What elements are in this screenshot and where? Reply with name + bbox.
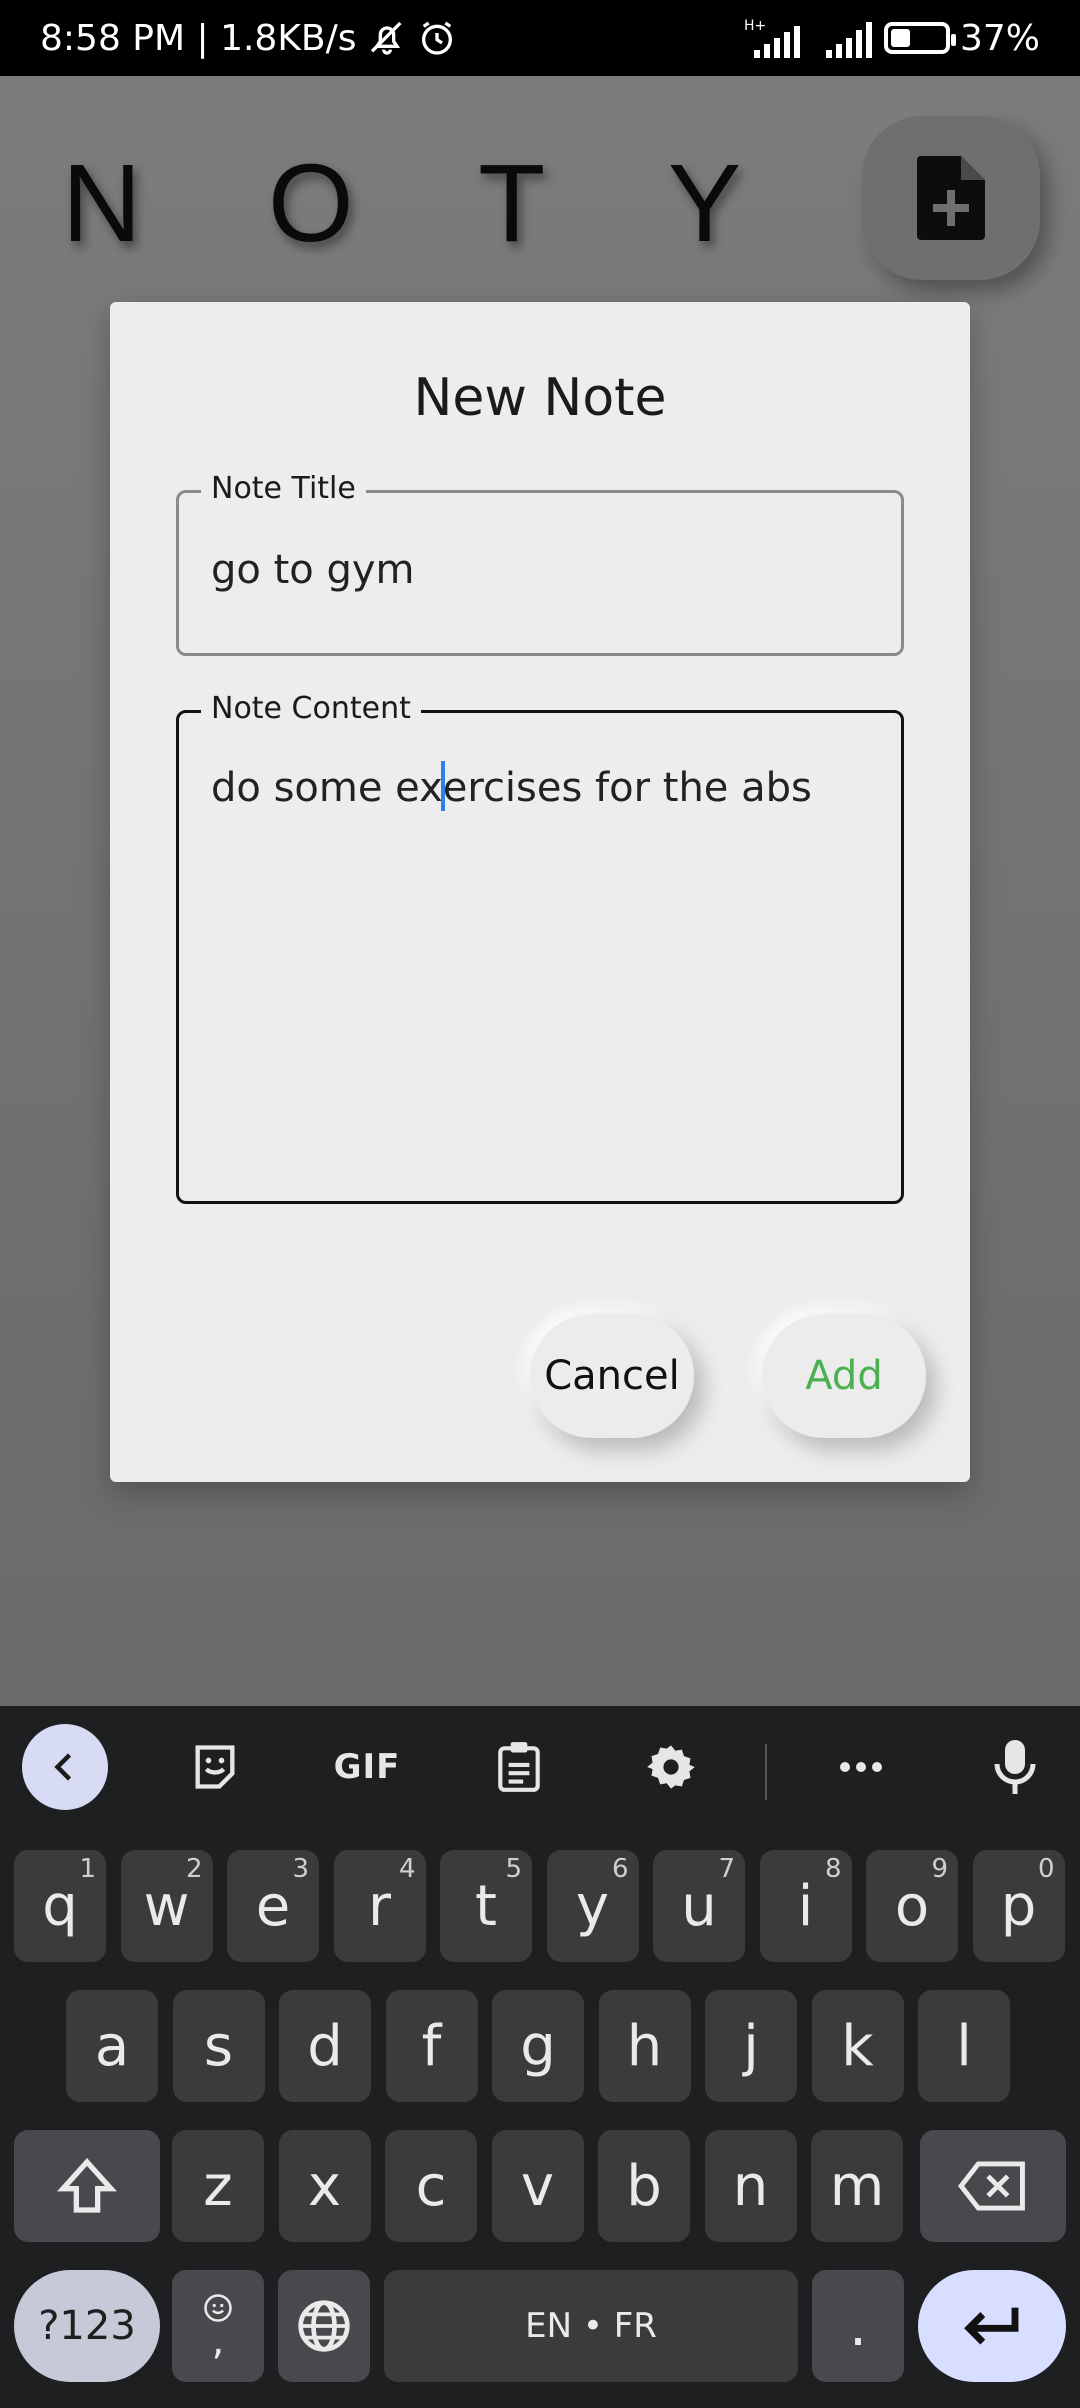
sticker-button[interactable] xyxy=(172,1724,258,1810)
content-text-after-caret: ercises for the abs xyxy=(442,765,812,811)
toolbar-collapse-button[interactable] xyxy=(22,1724,108,1810)
cancel-button[interactable]: Cancel xyxy=(530,1314,694,1438)
key-number-hint: 0 xyxy=(1037,1854,1055,1884)
key-u[interactable]: u7 xyxy=(653,1850,745,1962)
gif-button[interactable]: GIF xyxy=(324,1724,410,1810)
content-text-before-caret: do some ex xyxy=(211,765,443,811)
key-d[interactable]: d xyxy=(279,1990,371,2102)
key-j[interactable]: j xyxy=(705,1990,797,2102)
battery-icon xyxy=(883,22,956,54)
key-e[interactable]: e3 xyxy=(227,1850,319,1962)
key-p[interactable]: p0 xyxy=(972,1850,1065,1962)
backspace-key[interactable] xyxy=(920,2130,1066,2242)
voice-input-button[interactable] xyxy=(972,1724,1058,1810)
status-time: 8:58 PM | 1.8KB/s xyxy=(40,17,357,59)
bell-muted-icon xyxy=(367,18,407,58)
key-t[interactable]: t5 xyxy=(440,1850,532,1962)
key-number-hint: 2 xyxy=(185,1854,203,1884)
signal-h-plus-icon: H+ xyxy=(744,16,814,60)
clipboard-icon xyxy=(498,1742,540,1792)
shift-icon xyxy=(57,2158,117,2213)
enter-icon xyxy=(964,2307,1019,2345)
add-button[interactable]: Add xyxy=(762,1314,926,1438)
key-b[interactable]: b xyxy=(598,2130,690,2242)
status-bar: 8:58 PM | 1.8KB/s H+ 37% xyxy=(0,0,1080,76)
key-a[interactable]: a xyxy=(66,1990,158,2102)
key-label: e xyxy=(255,1873,291,1939)
key-i[interactable]: i8 xyxy=(759,1850,852,1962)
globe-icon xyxy=(298,2300,350,2352)
key-number-hint: 7 xyxy=(718,1854,735,1884)
shift-key[interactable] xyxy=(14,2130,160,2242)
key-number-hint: 8 xyxy=(824,1854,842,1884)
keyboard-toolbar: GIF xyxy=(0,1706,1080,1826)
symbols-key[interactable]: ?123 xyxy=(14,2270,160,2382)
key-y[interactable]: y6 xyxy=(546,1850,639,1962)
key-o[interactable]: o9 xyxy=(866,1850,958,1962)
key-k[interactable]: k xyxy=(811,1990,904,2102)
note-title-field[interactable]: Note Title go to gym xyxy=(176,471,904,656)
key-label: i xyxy=(797,1873,814,1939)
network-type-label: H+ xyxy=(744,18,766,34)
period-key[interactable]: . xyxy=(812,2270,904,2382)
key-h[interactable]: h xyxy=(598,1990,691,2102)
key-s[interactable]: s xyxy=(172,1990,265,2102)
key-v[interactable]: v xyxy=(491,2130,584,2242)
key-label: y xyxy=(575,1873,610,1939)
gear-icon xyxy=(647,1745,695,1789)
settings-button[interactable] xyxy=(628,1724,714,1810)
more-options-button[interactable] xyxy=(818,1724,904,1810)
note-title-label: Note Title xyxy=(201,471,366,507)
soft-keyboard: GIF q1w2e3r4t5y6u7i8o9p0 asdfghjkl zxcvb… xyxy=(0,1706,1080,2408)
key-number-hint: 3 xyxy=(292,1854,309,1884)
note-title-input[interactable]: go to gym xyxy=(211,545,869,595)
key-g[interactable]: g xyxy=(492,1990,584,2102)
battery-percent: 37% xyxy=(959,17,1040,59)
app-title: N O T Y xyxy=(62,142,790,265)
key-n[interactable]: n xyxy=(704,2130,797,2242)
key-q[interactable]: q1 xyxy=(14,1850,106,1962)
chevron-left-icon xyxy=(54,1753,72,1781)
comma-label: , xyxy=(211,2318,225,2364)
note-content-field[interactable]: Note Content do some exercises for the a… xyxy=(176,691,904,1204)
emoji-comma-key[interactable]: , xyxy=(172,2270,264,2382)
microphone-icon xyxy=(994,1740,1036,1794)
new-note-button[interactable] xyxy=(862,116,1040,280)
more-horizontal-icon xyxy=(840,1762,882,1772)
key-m[interactable]: m xyxy=(811,2130,903,2242)
key-number-hint: 9 xyxy=(931,1854,948,1884)
note-content-input[interactable]: do some exercises for the abs xyxy=(211,761,869,813)
key-label: q xyxy=(42,1873,78,1939)
key-label: p xyxy=(1000,1873,1037,1939)
key-l[interactable]: l xyxy=(918,1990,1010,2102)
key-label: w xyxy=(143,1873,190,1939)
key-c[interactable]: c xyxy=(385,2130,477,2242)
key-z[interactable]: z xyxy=(172,2130,264,2242)
key-number-hint: 1 xyxy=(79,1854,96,1884)
key-f[interactable]: f xyxy=(385,1990,478,2102)
note-content-label: Note Content xyxy=(201,691,421,727)
key-number-hint: 6 xyxy=(611,1854,629,1884)
clipboard-button[interactable] xyxy=(476,1724,562,1810)
key-label: r xyxy=(367,1873,392,1939)
key-w[interactable]: w2 xyxy=(120,1850,213,1962)
key-r[interactable]: r4 xyxy=(333,1850,426,1962)
new-note-icon xyxy=(917,156,985,240)
space-key[interactable]: EN • FR xyxy=(384,2270,798,2382)
key-number-hint: 5 xyxy=(505,1854,522,1884)
key-label: u xyxy=(681,1873,717,1939)
language-key[interactable] xyxy=(278,2270,370,2382)
key-x[interactable]: x xyxy=(278,2130,371,2242)
enter-key[interactable] xyxy=(918,2270,1066,2382)
key-label: t xyxy=(475,1873,497,1939)
sticker-icon xyxy=(195,1745,235,1789)
new-note-dialog: New Note Note Title go to gym Note Conte… xyxy=(110,302,970,1482)
dialog-title: New Note xyxy=(413,368,667,428)
key-number-hint: 4 xyxy=(398,1854,416,1884)
signal-icon xyxy=(824,16,874,60)
alarm-icon xyxy=(417,18,457,58)
key-label: o xyxy=(894,1873,930,1939)
toolbar-divider xyxy=(765,1744,767,1800)
backspace-icon xyxy=(958,2161,1025,2211)
